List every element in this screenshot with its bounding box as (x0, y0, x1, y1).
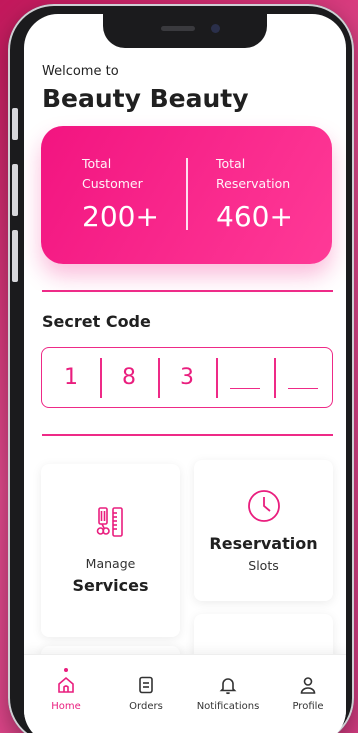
total-customers-stat: Total Customer 200+ (82, 154, 159, 233)
stat-label: Total (216, 156, 246, 171)
active-indicator-dot (64, 668, 68, 672)
tile-subtitle: Slots (248, 558, 279, 573)
volume-up-button (12, 164, 18, 216)
speaker (161, 26, 195, 31)
stat-label: Reservation (216, 176, 291, 191)
stat-divider (186, 158, 188, 230)
secret-code-input[interactable]: 1 8 3 (41, 347, 333, 408)
clock-icon (246, 488, 282, 528)
bell-icon (219, 678, 237, 695)
stat-value: 200+ (82, 200, 159, 233)
code-digit-cell[interactable]: 1 (42, 358, 100, 398)
camera (211, 24, 220, 33)
stats-card: Total Customer 200+ Total Reservation 46… (41, 126, 332, 264)
digit-placeholder-line (288, 387, 318, 390)
nav-label: Orders (129, 701, 163, 712)
code-digit-cell-empty[interactable] (274, 357, 332, 398)
nav-label: Home (51, 701, 81, 712)
digit-placeholder-line (230, 387, 260, 390)
nav-label: Profile (292, 701, 324, 712)
shop-name-title: Beauty Beauty (42, 84, 249, 113)
stat-label: Customer (82, 176, 143, 191)
nav-home[interactable]: Home (31, 668, 101, 712)
reservation-slots-tile[interactable]: Reservation Slots (194, 460, 333, 601)
total-reservations-stat: Total Reservation 460+ (216, 154, 293, 233)
mute-switch (12, 108, 18, 140)
divider (42, 290, 333, 292)
nav-label: Notifications (196, 701, 260, 712)
welcome-text: Welcome to (42, 64, 119, 79)
home-icon (58, 676, 74, 693)
code-digit-cell[interactable]: 3 (158, 357, 216, 398)
bottom-navigation: Home Orders Notifications Profile (24, 654, 346, 733)
scissors-comb-icon (96, 506, 126, 542)
code-digit-cell-empty[interactable] (216, 357, 274, 398)
app-screen: Welcome to Beauty Beauty Total Customer … (24, 14, 346, 733)
notch (103, 14, 267, 48)
nav-profile[interactable]: Profile (273, 675, 343, 712)
tile-title: Reservation (209, 534, 318, 553)
orders-icon (139, 676, 153, 694)
volume-down-button (12, 230, 18, 282)
divider (42, 434, 333, 436)
tile-title: Services (72, 576, 149, 595)
stat-label: Total (82, 156, 112, 171)
code-digit-cell[interactable]: 8 (100, 357, 158, 398)
nav-notifications[interactable]: Notifications (193, 675, 263, 712)
tile-subtitle: Manage (85, 556, 136, 571)
stat-value: 460+ (216, 200, 293, 233)
secret-code-title: Secret Code (42, 312, 151, 331)
profile-icon (300, 677, 316, 694)
nav-orders[interactable]: Orders (111, 675, 181, 712)
manage-services-tile[interactable]: Manage Services (41, 464, 180, 637)
